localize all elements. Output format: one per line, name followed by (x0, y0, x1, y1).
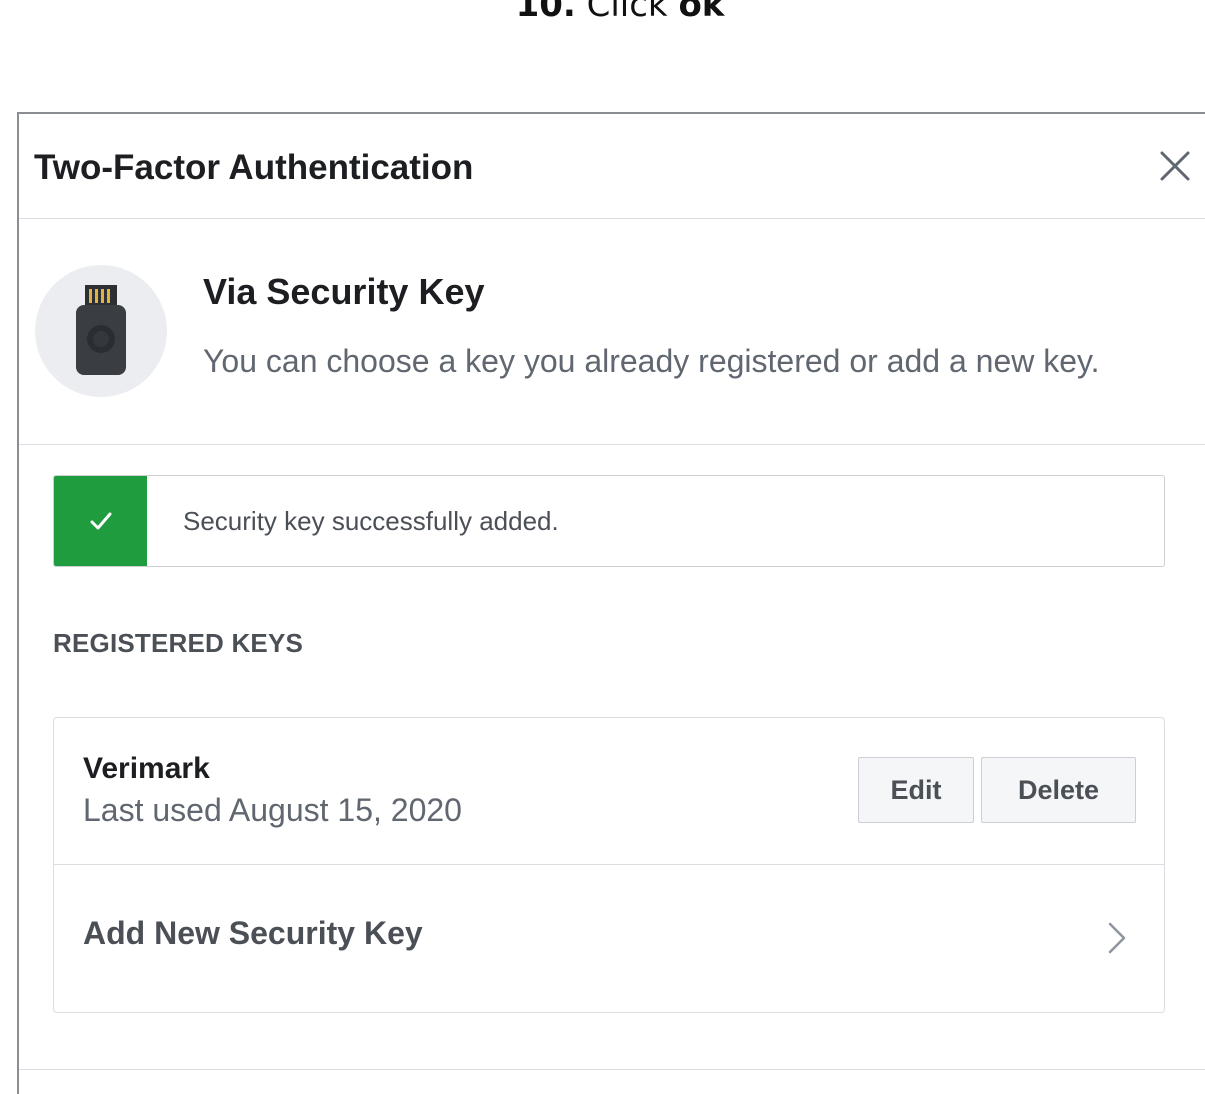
delete-button[interactable]: Delete (981, 757, 1136, 823)
security-key-method: Via Security Key You can choose a key yo… (19, 219, 1205, 445)
dialog-title: Two-Factor Authentication (34, 148, 474, 187)
method-title: Via Security Key (203, 271, 485, 312)
two-factor-dialog: Two-Factor Authentication Via Security K… (17, 112, 1205, 1094)
usb-security-key-icon (35, 265, 167, 397)
checkmark-icon (54, 476, 147, 566)
step-number: 10. (515, 0, 576, 25)
key-name: Verimark (83, 752, 210, 785)
registered-keys-heading: REGISTERED KEYS (53, 628, 304, 658)
step-target: ok (678, 0, 725, 25)
method-description: You can choose a key you already registe… (203, 343, 1100, 379)
step-verb: Click (586, 0, 668, 25)
success-alert: Security key successfully added. (53, 475, 1165, 567)
step-caption: 10. Click ok (0, 0, 1205, 30)
add-new-security-key-label: Add New Security Key (83, 915, 423, 951)
chevron-right-icon (1106, 921, 1128, 955)
key-last-used: Last used August 15, 2020 (83, 792, 462, 828)
close-icon[interactable] (1157, 148, 1193, 184)
add-new-security-key-row[interactable]: Add New Security Key (54, 865, 1164, 1012)
edit-button[interactable]: Edit (858, 757, 974, 823)
footer-divider (19, 1069, 1205, 1070)
registered-keys-card: Verimark Last used August 15, 2020 Edit … (53, 717, 1165, 1013)
alert-message: Security key successfully added. (183, 506, 559, 536)
dialog-header: Two-Factor Authentication (19, 114, 1205, 219)
list-item: Verimark Last used August 15, 2020 Edit … (54, 718, 1164, 865)
